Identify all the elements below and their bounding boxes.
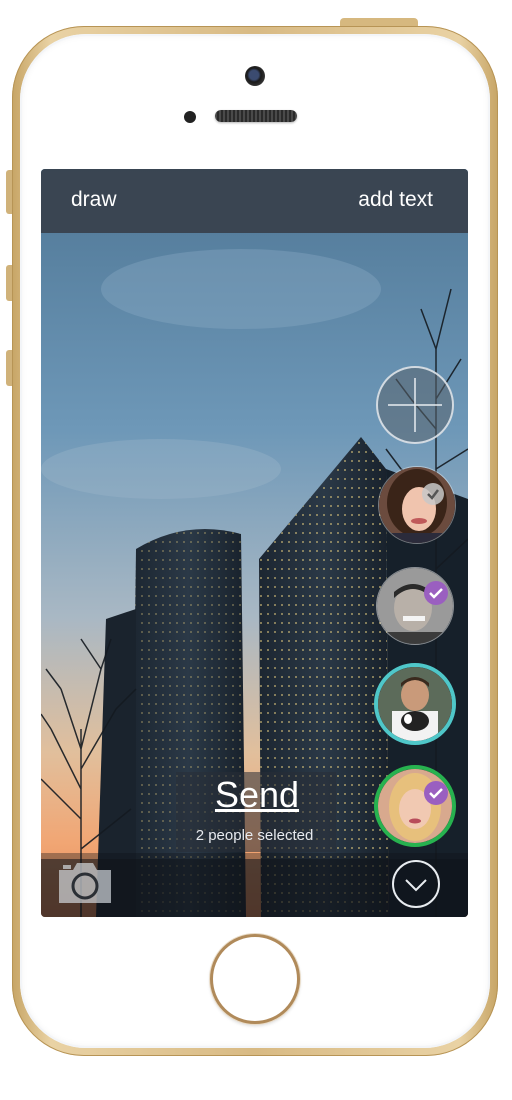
contact-avatar-2[interactable] [376, 567, 454, 645]
front-camera [245, 66, 265, 86]
proximity-sensor [184, 111, 196, 123]
send-button[interactable]: Send [41, 774, 468, 816]
checkmark-icon [424, 581, 448, 605]
earpiece-speaker [215, 110, 297, 122]
draw-button[interactable]: draw [71, 188, 117, 212]
chevron-down-icon [392, 860, 440, 908]
home-button[interactable] [210, 934, 300, 1024]
contact-avatar-1[interactable] [378, 466, 456, 544]
camera-button[interactable] [57, 860, 113, 905]
top-toolbar: draw add text [41, 169, 468, 233]
contact-photo-3 [378, 667, 452, 741]
contact-avatar-3[interactable] [374, 663, 456, 745]
checkmark-icon [422, 483, 444, 505]
selected-count-text: 2 people selected [195, 827, 314, 844]
plus-icon [388, 378, 442, 432]
contact-photo-2 [377, 568, 453, 644]
add-contact-button[interactable] [376, 366, 454, 444]
app-screen: draw add text Send 2 people selected [41, 169, 468, 917]
camera-icon [59, 863, 111, 903]
contact-photo-1 [379, 467, 455, 543]
add-text-button[interactable]: add text [358, 188, 433, 212]
collapse-button[interactable] [391, 859, 441, 909]
